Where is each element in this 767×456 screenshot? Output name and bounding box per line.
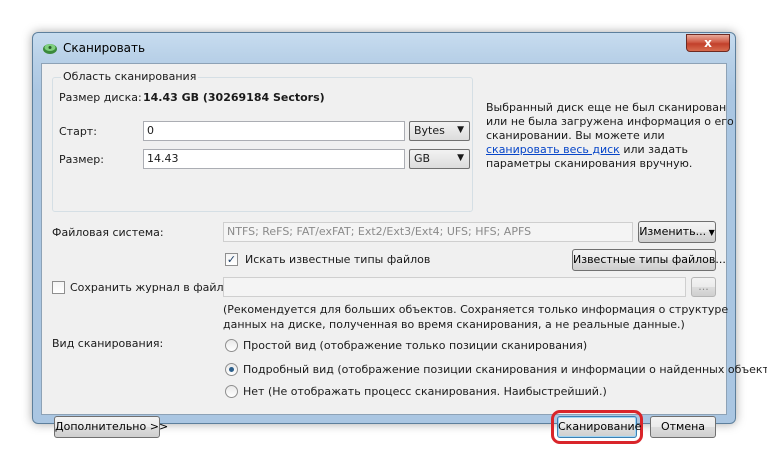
filesystem-field: NTFS; ReFS; FAT/exFAT; Ext2/Ext3/Ext4; U… [223,222,633,242]
scan-view-simple-label[interactable]: Простой вид (отображение только позиции … [243,339,587,352]
chevron-down-icon: ▼ [457,125,464,135]
known-types-button[interactable]: Известные типы файлов... [572,249,726,271]
start-label: Старт: [59,125,97,138]
scan-info-text: Выбранный диск еще не был сканирован или… [486,101,734,171]
info-line-3: сканировании. Вы можете или [486,129,665,142]
scan-view-simple-radio[interactable] [225,339,238,352]
scan-view-none-label[interactable]: Нет (Не отображать процесс сканирования.… [243,385,607,398]
scan-view-detailed-label[interactable]: Подробный вид (отображение позиции скани… [243,363,767,376]
size-unit-select[interactable]: GB ▼ [409,149,470,169]
info-line-2: или не была загружена информация о его [486,115,734,128]
scan-dialog-window: Сканировать x Область сканирования Разме… [32,32,767,444]
scan-view-label: Вид сканирования: [52,337,164,350]
change-filesystem-button[interactable]: Изменить... ▼ [638,221,716,243]
scan-view-none-radio[interactable] [225,385,238,398]
chevron-down-icon: ▼ [706,228,715,237]
size-label: Размер: [59,153,104,166]
info-line-1: Выбранный диск еще не был сканирован [486,101,727,114]
info-line-4: сканировать весь диск или задать [486,143,734,157]
scan-area-group: Область сканирования Размер диска: 14.43… [52,70,473,212]
save-log-path-input[interactable] [223,277,686,297]
start-unit-value: Bytes [414,124,445,137]
close-button[interactable]: x [686,34,730,52]
change-filesystem-label: Изменить... [639,225,707,238]
cancel-button[interactable]: Отмена [650,416,716,438]
known-types-label[interactable]: Искать известные типы файлов [245,253,430,266]
start-unit-select[interactable]: Bytes ▼ [409,121,470,141]
disk-size-value: 14.43 GB (30269184 Sectors) [143,91,325,104]
filesystem-label: Файловая система: [52,226,164,239]
window-title: Сканировать [63,41,146,55]
size-input[interactable]: 14.43 [143,149,405,169]
known-types-checkbox[interactable]: ✓ [225,253,238,266]
start-input[interactable]: 0 [143,121,405,141]
size-unit-value: GB [414,152,431,165]
save-log-note-line-2: данных на диске, полученная во время ска… [223,318,685,331]
save-log-note-line-1: (Рекомендуется для больших объектов. Сох… [223,303,729,316]
app-icon [43,44,57,54]
disk-size-label: Размер диска: [59,91,142,104]
title-bar[interactable]: Сканировать x [33,33,735,63]
chevron-down-icon: ▼ [457,153,464,163]
scan-button[interactable]: Сканирование [557,416,641,438]
browse-log-button[interactable]: ... [691,277,716,297]
info-line-5: параметры сканирования вручную. [486,157,693,170]
scan-whole-disk-link[interactable]: сканировать весь диск [486,143,620,156]
dialog-client-area: Область сканирования Размер диска: 14.43… [41,63,767,444]
info-line-4-rest: или задать [619,143,688,156]
save-log-label[interactable]: Сохранить журнал в файл: [70,281,227,294]
advanced-button[interactable]: Дополнительно >> [54,416,168,438]
scan-area-group-title: Область сканирования [61,70,199,83]
save-log-checkbox[interactable] [52,281,65,294]
scan-view-detailed-radio[interactable] [225,363,238,376]
